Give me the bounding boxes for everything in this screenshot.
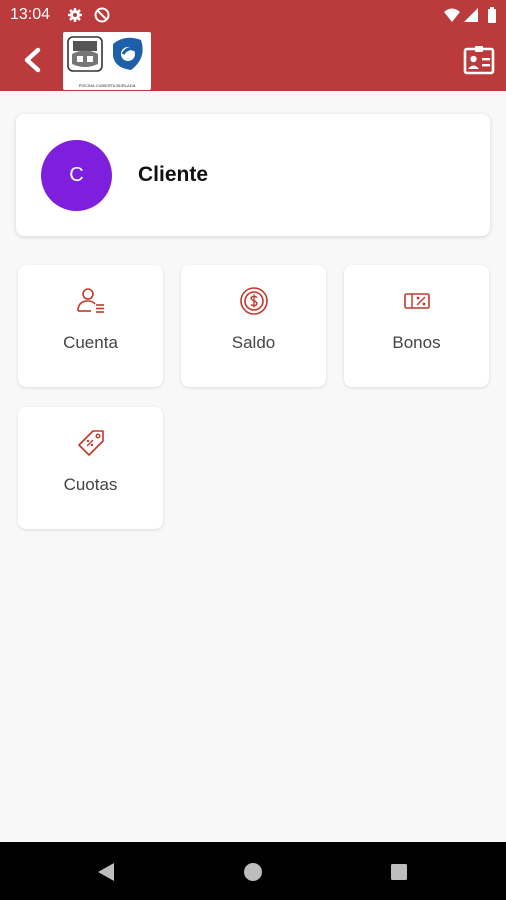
- coat-of-arms-logo: [67, 36, 143, 72]
- logo-caption: PISCINA CUBIERTA BURLADA: [78, 83, 136, 88]
- back-button[interactable]: [14, 42, 50, 78]
- nav-home-button[interactable]: [237, 856, 269, 888]
- battery-icon: [488, 7, 496, 23]
- data-saver-icon: [94, 7, 110, 23]
- tile-saldo[interactable]: Saldo: [181, 265, 326, 387]
- dollar-coin-icon: [240, 287, 268, 315]
- app-logo: PISCINA CUBIERTA BURLADA: [63, 32, 151, 90]
- tile-cuenta[interactable]: Cuenta: [18, 265, 163, 387]
- profile-card: C Cliente: [16, 114, 490, 236]
- navigation-bar: [0, 842, 506, 900]
- wifi-icon: [444, 8, 460, 22]
- client-name: Cliente: [138, 163, 209, 186]
- tile-label: Cuenta: [63, 333, 118, 352]
- voucher-percent-icon: [404, 293, 430, 309]
- tile-label: Cuotas: [63, 475, 118, 494]
- chevron-left-icon: [24, 47, 41, 73]
- avatar: C: [41, 140, 112, 211]
- tile-bonos[interactable]: Bonos: [344, 265, 489, 387]
- id-card-button[interactable]: [462, 43, 496, 77]
- triangle-back-icon: [98, 863, 114, 881]
- tile-cuotas[interactable]: Cuotas: [18, 407, 163, 529]
- status-bar: 13:04: [0, 0, 506, 30]
- status-time: 13:04: [10, 6, 51, 23]
- price-tag-icon: [78, 430, 104, 456]
- signal-icon: [464, 8, 478, 22]
- nav-recents-button[interactable]: [383, 856, 415, 888]
- nav-back-button[interactable]: [90, 856, 122, 888]
- settings-icon: [68, 8, 82, 22]
- tile-label: Saldo: [231, 333, 276, 352]
- app-bar: PISCINA CUBIERTA BURLADA: [0, 30, 506, 91]
- avatar-initial: C: [69, 164, 84, 186]
- square-recents-icon: [391, 864, 407, 880]
- id-card-icon: [463, 46, 495, 75]
- tile-label: Bonos: [392, 333, 441, 352]
- circle-home-icon: [244, 863, 262, 881]
- user-list-icon: [77, 288, 104, 313]
